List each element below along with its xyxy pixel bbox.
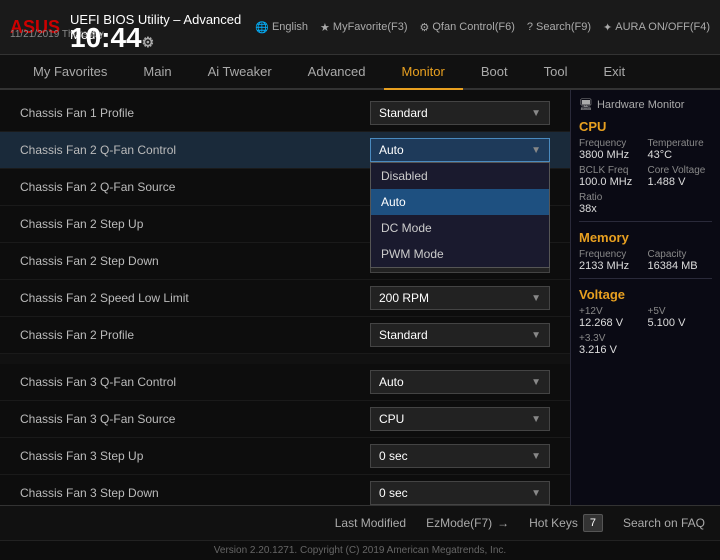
main-content: Chassis Fan 1 Profile Standard ▼ Chassis… [0, 90, 720, 505]
navigation-bar: My Favorites Main Ai Tweaker Advanced Mo… [0, 55, 720, 90]
chassis-fan3-source-label: Chassis Fan 3 Q-Fan Source [20, 412, 370, 426]
chassis-fan1-profile-label: Chassis Fan 1 Profile [20, 106, 370, 120]
time-display: 10:44⚙ [70, 22, 154, 54]
chassis-fan1-profile-select[interactable]: Standard ▼ [370, 101, 550, 125]
chassis-fan2-step-down-label: Chassis Fan 2 Step Down [20, 254, 370, 268]
top-icons: 🌐 English ★ MyFavorite(F3) ⚙ Qfan Contro… [255, 21, 710, 34]
v5-label: +5V 5.100 V [648, 306, 713, 329]
dropdown-arrow-11: ▼ [531, 488, 541, 499]
hotkeys-label: Hot Keys [529, 516, 578, 530]
mem-freq-label: Frequency 2133 MHz [579, 249, 644, 272]
settings-divider [0, 354, 570, 364]
ezmode-arrow-icon: → [497, 516, 509, 530]
nav-exit[interactable]: Exit [585, 54, 643, 89]
chassis-fan2-speed-low-label: Chassis Fan 2 Speed Low Limit [20, 291, 370, 305]
dropdown-arrow-6: ▼ [531, 293, 541, 304]
bottom-bar: Last Modified EzMode(F7) → Hot Keys 7 Se… [0, 505, 720, 540]
nav-tool[interactable]: Tool [526, 54, 586, 89]
gear-icon-time: ⚙ [142, 34, 155, 50]
nav-monitor[interactable]: Monitor [384, 55, 463, 90]
setting-chassis-fan1-profile: Chassis Fan 1 Profile Standard ▼ [0, 95, 570, 132]
chassis-fan3-step-down-label: Chassis Fan 3 Step Down [20, 486, 370, 500]
version-text: Version 2.20.1271. Copyright (C) 2019 Am… [214, 545, 506, 556]
memory-stats: Frequency 2133 MHz Capacity 16384 MB [579, 249, 712, 272]
chassis-fan2-qfan-label: Chassis Fan 2 Q-Fan Control [20, 143, 370, 157]
last-modified-item: Last Modified [335, 516, 406, 530]
dropdown-arrow-10: ▼ [531, 451, 541, 462]
myfavorites-icon[interactable]: ★ MyFavorite(F3) [320, 21, 407, 34]
setting-chassis-fan2-qfan: Chassis Fan 2 Q-Fan Control Auto ▼ Disab… [0, 132, 570, 169]
setting-chassis-fan3-source: Chassis Fan 3 Q-Fan Source CPU ▼ [0, 401, 570, 438]
chassis-fan3-step-up-select[interactable]: 0 sec ▼ [370, 444, 550, 468]
chassis-fan3-step-up-label: Chassis Fan 3 Step Up [20, 449, 370, 463]
ezmode-label[interactable]: EzMode(F7) [426, 516, 492, 530]
chassis-fan3-step-down-select[interactable]: 0 sec ▼ [370, 481, 550, 505]
memory-section-title: Memory [579, 230, 712, 245]
cpu-stats: Frequency 3800 MHz Temperature 43°C BCLK… [579, 138, 712, 215]
chassis-fan2-qfan-select[interactable]: Auto ▼ [370, 138, 550, 162]
dropdown-arrow-2: ▼ [531, 145, 541, 156]
search-faq-item[interactable]: Search on FAQ [623, 516, 705, 530]
qfan-icon[interactable]: ⚙ Qfan Control(F6) [419, 21, 514, 34]
cpu-bclk-label: BCLK Freq 100.0 MHz [579, 165, 644, 188]
nav-advanced[interactable]: Advanced [290, 54, 384, 89]
chassis-fan2-profile-select[interactable]: Standard ▼ [370, 323, 550, 347]
dropdown-arrow: ▼ [531, 108, 541, 119]
chassis-fan3-qfan-label: Chassis Fan 3 Q-Fan Control [20, 375, 370, 389]
setting-chassis-fan2-speed-low: Chassis Fan 2 Speed Low Limit 200 RPM ▼ [0, 280, 570, 317]
chassis-fan2-profile-label: Chassis Fan 2 Profile [20, 328, 370, 342]
cpu-temp-label: Temperature 43°C [648, 138, 713, 161]
dropdown-pwm-mode[interactable]: PWM Mode [371, 241, 549, 267]
hotkeys-key[interactable]: 7 [583, 514, 603, 532]
version-bar: Version 2.20.1271. Copyright (C) 2019 Am… [0, 540, 720, 560]
search-icon[interactable]: ? Search(F9) [527, 21, 591, 33]
voltage-section-title: Voltage [579, 287, 712, 302]
setting-chassis-fan2-profile: Chassis Fan 2 Profile Standard ▼ [0, 317, 570, 354]
hardware-monitor-panel: 🖥 Hardware Monitor CPU Frequency 3800 MH… [570, 90, 720, 505]
dropdown-dc-mode[interactable]: DC Mode [371, 215, 549, 241]
dropdown-arrow-8: ▼ [531, 377, 541, 388]
v33-label: +3.3V 3.216 V [579, 333, 644, 356]
nav-main[interactable]: Main [125, 54, 189, 89]
hw-monitor-title: 🖥 Hardware Monitor [579, 98, 712, 111]
hw-divider-1 [579, 221, 712, 222]
nav-boot[interactable]: Boot [463, 54, 526, 89]
setting-chassis-fan3-step-down: Chassis Fan 3 Step Down 0 sec ▼ [0, 475, 570, 505]
language-icon[interactable]: 🌐 English [255, 21, 308, 34]
dropdown-arrow-9: ▼ [531, 414, 541, 425]
cpu-ratio-label: Ratio 38x [579, 192, 644, 215]
chassis-fan2-source-label: Chassis Fan 2 Q-Fan Source [20, 180, 370, 194]
cpu-corevoltage-label: Core Voltage 1.488 V [648, 165, 713, 188]
search-faq-label[interactable]: Search on FAQ [623, 516, 705, 530]
nav-ai-tweaker[interactable]: Ai Tweaker [190, 54, 290, 89]
mem-capacity-label: Capacity 16384 MB [648, 249, 713, 272]
cpu-section-title: CPU [579, 119, 712, 134]
qfan-dropdown-menu: Disabled Auto DC Mode PWM Mode [370, 162, 550, 268]
aura-icon[interactable]: ✦ AURA ON/OFF(F4) [603, 21, 710, 34]
v12-label: +12V 12.268 V [579, 306, 644, 329]
hw-divider-2 [579, 278, 712, 279]
setting-chassis-fan3-qfan: Chassis Fan 3 Q-Fan Control Auto ▼ [0, 364, 570, 401]
chassis-fan2-speed-low-select[interactable]: 200 RPM ▼ [370, 286, 550, 310]
nav-my-favorites[interactable]: My Favorites [15, 54, 125, 89]
dropdown-disabled[interactable]: Disabled [371, 163, 549, 189]
chassis-fan2-step-up-label: Chassis Fan 2 Step Up [20, 217, 370, 231]
ezmode-item[interactable]: EzMode(F7) → [426, 516, 509, 530]
dropdown-arrow-7: ▼ [531, 330, 541, 341]
monitor-icon: 🖥 [579, 98, 593, 111]
chassis-fan3-qfan-select[interactable]: Auto ▼ [370, 370, 550, 394]
setting-chassis-fan3-step-up: Chassis Fan 3 Step Up 0 sec ▼ [0, 438, 570, 475]
last-modified-label: Last Modified [335, 516, 406, 530]
voltage-stats: +12V 12.268 V +5V 5.100 V +3.3V 3.216 V [579, 306, 712, 356]
hotkeys-item[interactable]: Hot Keys 7 [529, 514, 603, 532]
settings-panel: Chassis Fan 1 Profile Standard ▼ Chassis… [0, 90, 570, 505]
top-bar: ASUS UEFI BIOS Utility – Advanced Mode 🌐… [0, 0, 720, 55]
chassis-fan3-source-select[interactable]: CPU ▼ [370, 407, 550, 431]
cpu-freq-label: Frequency 3800 MHz [579, 138, 644, 161]
dropdown-auto[interactable]: Auto [371, 189, 549, 215]
